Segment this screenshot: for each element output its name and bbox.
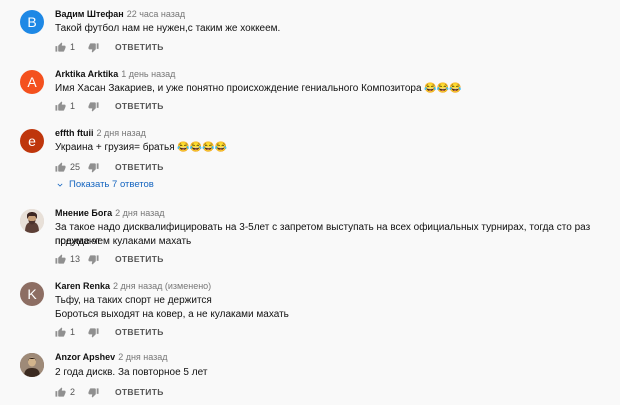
comment-text: Украина + грузия= братья 😂😂😂😂 [55,142,228,153]
avatar[interactable] [20,209,44,233]
timestamp[interactable]: 2 дня назад [115,208,164,218]
thumbs-down-icon[interactable] [88,387,99,398]
profile-photo-icon [20,353,44,377]
thumbs-up-icon[interactable] [55,100,66,112]
avatar[interactable]: A [20,70,44,94]
author-name[interactable]: Arktika Arktika [55,69,118,79]
thumbs-down-icon[interactable] [88,162,99,173]
reply-button[interactable]: ОТВЕТИТЬ [115,327,164,337]
author-name[interactable]: Вадим Штефан [55,9,124,19]
comment-text-line-2: прежде чем кулаками махать [55,236,192,247]
author-name[interactable]: Мнение Бога [55,208,112,218]
thumbs-down-icon[interactable] [88,254,99,265]
thumbs-up-icon[interactable] [55,41,66,53]
thumbs-up-icon[interactable] [55,161,66,173]
bearded-portrait-icon [20,209,44,233]
comment-header: Arktika Arktika 1 день назад [55,69,175,79]
comment-text: Имя Хасан Закариев, и уже понятно происх… [55,83,462,94]
like-count: 1 [70,42,76,52]
like-count: 1 [70,327,76,337]
comment-header: Karen Renka 2 дня назад (изменено) [55,281,211,291]
comment-header: effth ftuii 2 дня назад [55,128,146,138]
thumbs-up-icon[interactable] [55,253,66,265]
reply-button[interactable]: ОТВЕТИТЬ [115,254,164,264]
comment-text: Такой футбол нам не нужен,с таким же хок… [55,23,281,34]
comment-header: Мнение Бога 2 дня назад [55,208,165,218]
comment-actions: 25 ОТВЕТИТЬ [55,160,164,174]
comment-text-line-2: Бороться выходят на ковер, а не кулаками… [55,309,289,320]
thumbs-down-icon[interactable] [88,327,99,338]
thumbs-up-icon[interactable] [55,326,66,338]
comment-text: Тьфу, на таких спорт не держится [55,295,212,306]
avatar[interactable]: e [20,129,44,153]
comment-actions: 1 ОТВЕТИТЬ [55,99,164,113]
reply-button[interactable]: ОТВЕТИТЬ [115,42,164,52]
comment-actions: 1 ОТВЕТИТЬ [55,325,164,339]
comment-text: 2 года дискв. За повторное 5 лет [55,367,208,378]
author-name[interactable]: Karen Renka [55,281,110,291]
like-count: 1 [70,101,76,111]
avatar[interactable] [20,353,44,377]
comment-header: Вадим Штефан 22 часа назад [55,9,185,19]
avatar[interactable]: K [20,282,44,306]
timestamp[interactable]: 2 дня назад [97,128,146,138]
timestamp[interactable]: 2 дня назад (изменено) [113,281,211,291]
reply-button[interactable]: ОТВЕТИТЬ [115,387,164,397]
show-replies-button[interactable]: Показать 7 ответов [55,179,154,190]
like-count: 25 [70,162,81,172]
like-count: 13 [70,254,81,264]
author-name[interactable]: Anzor Apshev [55,352,115,362]
avatar[interactable]: B [20,10,44,34]
comment-actions: 13 ОТВЕТИТЬ [55,252,164,266]
show-replies-label: Показать 7 ответов [69,179,154,190]
timestamp[interactable]: 22 часа назад [127,9,185,19]
thumbs-down-icon[interactable] [88,101,99,112]
like-count: 2 [70,387,76,397]
reply-button[interactable]: ОТВЕТИТЬ [115,162,164,172]
reply-button[interactable]: ОТВЕТИТЬ [115,101,164,111]
chevron-down-icon [55,180,65,190]
timestamp[interactable]: 1 день назад [121,69,175,79]
comment-header: Anzor Apshev 2 дня назад [55,352,168,362]
timestamp[interactable]: 2 дня назад [118,352,167,362]
thumbs-down-icon[interactable] [88,42,99,53]
thumbs-up-icon[interactable] [55,386,66,398]
author-name[interactable]: effth ftuii [55,128,94,138]
comment-actions: 2 ОТВЕТИТЬ [55,385,164,399]
comment-actions: 1 ОТВЕТИТЬ [55,40,164,54]
